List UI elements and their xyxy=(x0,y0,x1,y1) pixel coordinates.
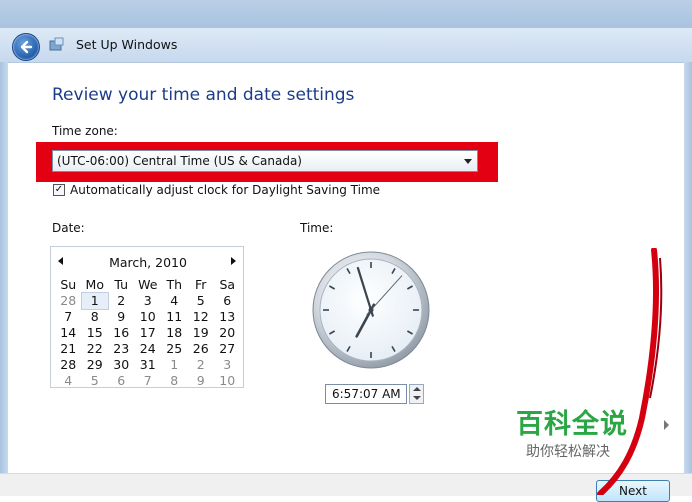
calendar-day[interactable]: 27 xyxy=(214,341,241,357)
calendar-day[interactable]: 4 xyxy=(161,293,188,309)
window-frame-right xyxy=(684,62,692,473)
calendar-day[interactable]: 9 xyxy=(108,309,135,325)
time-input[interactable]: 6:57:07 AM xyxy=(325,384,407,404)
calendar-day[interactable]: 18 xyxy=(161,325,188,341)
calendar-grid: Su Mo Tu We Th Fr Sa 28 1 2 3 4 5 6 7 8 9 10 11 12 13 14 15 16 1… xyxy=(55,277,239,389)
calendar-day[interactable]: 4 xyxy=(55,373,82,389)
weekday-header: Fr xyxy=(195,277,207,292)
setup-windows-icon xyxy=(49,37,64,51)
calendar-day[interactable]: 3 xyxy=(135,293,162,309)
calendar-day[interactable]: 10 xyxy=(214,373,241,389)
calendar: March, 2010 Su Mo Tu We Th Fr Sa 28 1 2 3 4 5 6 7 8 9 10 1… xyxy=(50,246,244,388)
dst-checkbox[interactable]: ✓ xyxy=(53,184,65,196)
watermark-subtitle: 助你轻松解决 xyxy=(526,444,610,460)
weekday-header: We xyxy=(138,277,158,292)
calendar-day[interactable]: 9 xyxy=(188,373,215,389)
weekday-header: Tu xyxy=(114,277,129,292)
calendar-day[interactable]: 13 xyxy=(214,309,241,325)
analog-clock xyxy=(312,251,430,369)
calendar-day[interactable]: 14 xyxy=(55,325,82,341)
weekday-header: Mo xyxy=(85,277,104,292)
calendar-day[interactable]: 24 xyxy=(135,341,162,357)
calendar-day[interactable]: 16 xyxy=(108,325,135,341)
calendar-day[interactable]: 2 xyxy=(108,293,135,309)
calendar-day[interactable]: 5 xyxy=(82,373,109,389)
weekday-header: Th xyxy=(166,277,183,292)
chevron-right-icon xyxy=(664,420,669,430)
calendar-day[interactable]: 2 xyxy=(188,357,215,373)
window-top-strip xyxy=(0,0,692,28)
weekday-header: Su xyxy=(60,277,77,292)
footer-bar xyxy=(0,473,692,496)
calendar-day[interactable]: 22 xyxy=(82,341,109,357)
calendar-day[interactable]: 19 xyxy=(188,325,215,341)
time-value: 6:57:07 AM xyxy=(332,387,401,401)
calendar-day[interactable]: 25 xyxy=(161,341,188,357)
spin-up-icon[interactable] xyxy=(413,387,421,391)
calendar-day[interactable]: 29 xyxy=(82,357,109,373)
calendar-day[interactable]: 8 xyxy=(161,373,188,389)
date-label: Date: xyxy=(52,221,85,235)
dst-label: Automatically adjust clock for Daylight … xyxy=(70,183,381,197)
calendar-day[interactable]: 8 xyxy=(82,309,109,325)
calendar-day[interactable]: 7 xyxy=(55,309,82,325)
calendar-day[interactable]: 3 xyxy=(214,357,241,373)
page-heading: Review your time and date settings xyxy=(52,85,355,105)
timezone-label: Time zone: xyxy=(52,124,118,138)
weekday-header: Sa xyxy=(219,277,236,292)
back-button[interactable] xyxy=(12,33,40,61)
window-title: Set Up Windows xyxy=(76,37,178,52)
calendar-day[interactable]: 7 xyxy=(135,373,162,389)
next-month-button[interactable] xyxy=(231,257,236,265)
calendar-day[interactable]: 21 xyxy=(55,341,82,357)
spin-down-icon[interactable] xyxy=(413,396,421,400)
calendar-day[interactable]: 11 xyxy=(161,309,188,325)
calendar-day[interactable]: 30 xyxy=(108,357,135,373)
calendar-day[interactable]: 23 xyxy=(108,341,135,357)
calendar-day[interactable]: 1 xyxy=(161,357,188,373)
window-frame-left xyxy=(0,62,8,473)
calendar-day[interactable]: 10 xyxy=(135,309,162,325)
calendar-day[interactable]: 17 xyxy=(135,325,162,341)
timezone-dropdown[interactable]: (UTC-06:00) Central Time (US & Canada) xyxy=(52,150,478,172)
timezone-value: (UTC-06:00) Central Time (US & Canada) xyxy=(57,154,302,168)
calendar-day[interactable]: 28 xyxy=(55,357,82,373)
clock-center xyxy=(368,307,374,313)
time-spinner[interactable] xyxy=(409,384,424,404)
calendar-day[interactable]: 31 xyxy=(135,357,162,373)
time-label: Time: xyxy=(300,221,334,235)
calendar-day[interactable]: 12 xyxy=(188,309,215,325)
back-arrow-icon xyxy=(20,40,33,54)
calendar-day[interactable]: 26 xyxy=(188,341,215,357)
calendar-day[interactable]: 20 xyxy=(214,325,241,341)
calendar-month: March, 2010 xyxy=(109,255,187,270)
calendar-day[interactable]: 1 xyxy=(80,292,109,310)
calendar-day[interactable]: 28 xyxy=(55,293,82,309)
calendar-day[interactable]: 6 xyxy=(214,293,241,309)
calendar-day[interactable]: 5 xyxy=(188,293,215,309)
watermark-title: 百科全说 xyxy=(516,409,628,440)
calendar-day[interactable]: 15 xyxy=(82,325,109,341)
calendar-day[interactable]: 6 xyxy=(108,373,135,389)
chevron-down-icon xyxy=(464,159,472,164)
